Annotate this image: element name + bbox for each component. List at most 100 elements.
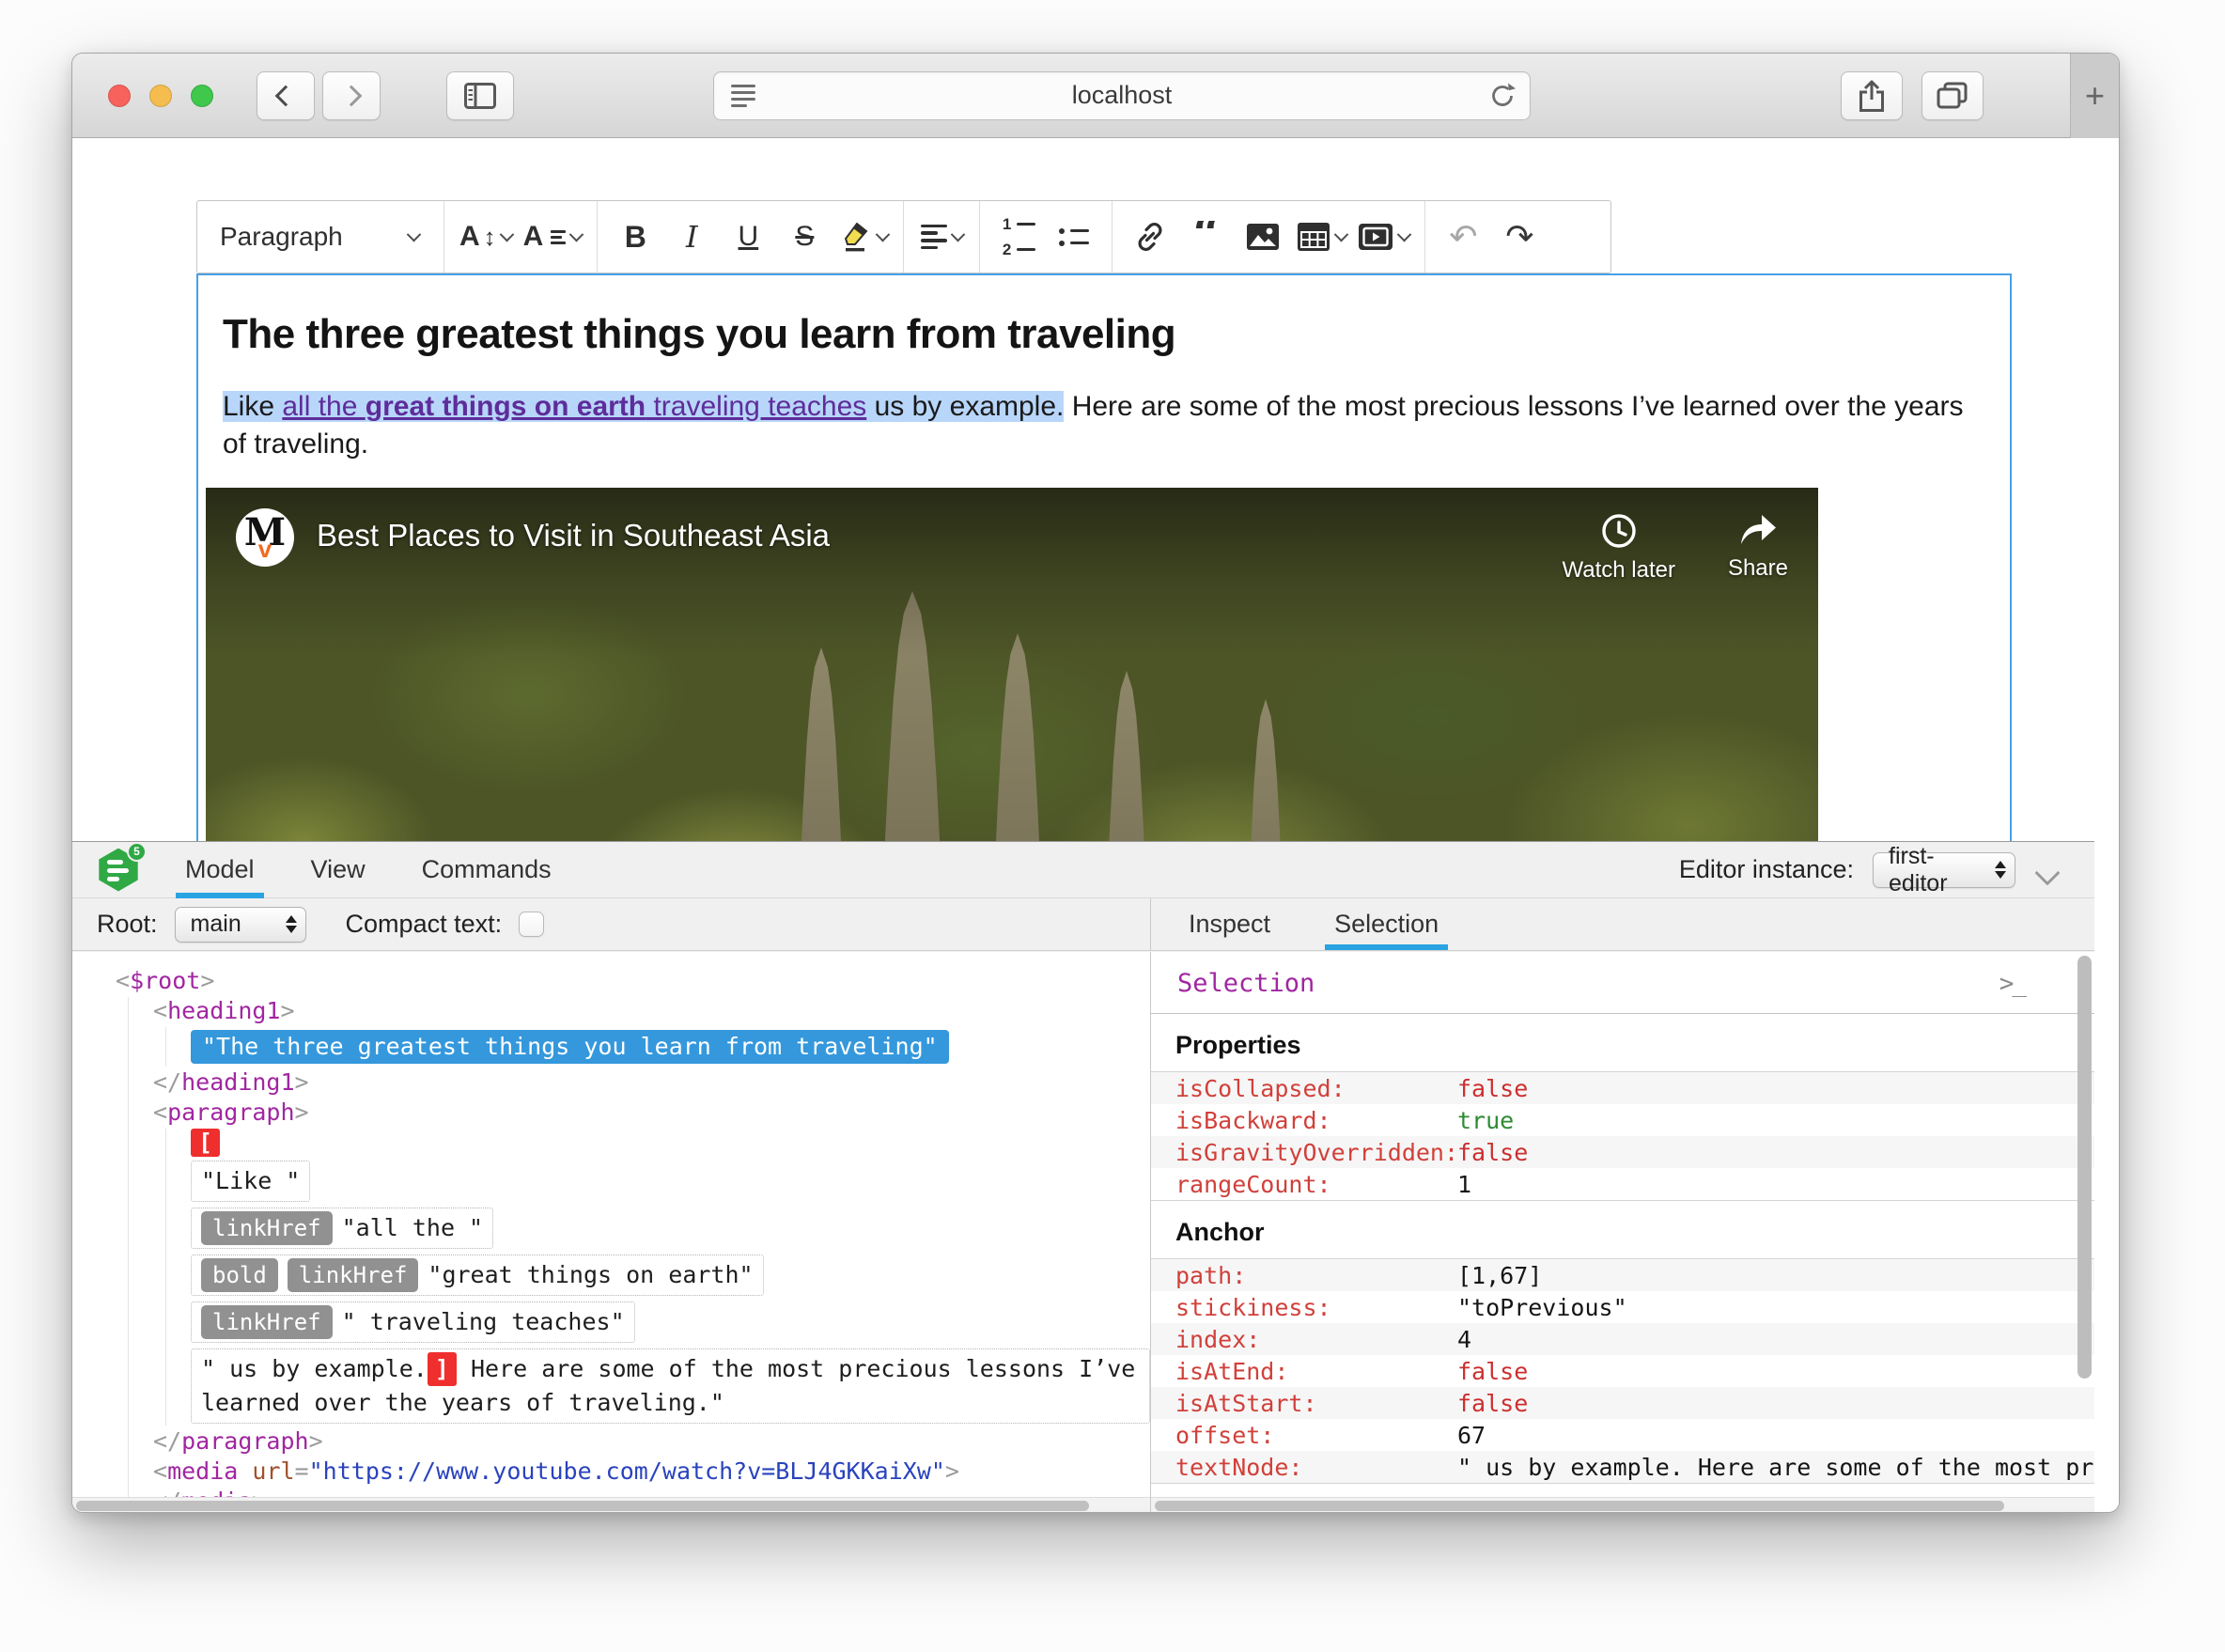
tree-children: <heading1> "The three greatest things you… xyxy=(128,997,1150,1512)
horizontal-scrollbar[interactable] xyxy=(1151,1497,2094,1512)
link-bold-text[interactable]: great things on earth xyxy=(366,391,646,422)
model-tree-pane: <$root> <heading1> "The three greatest thi… xyxy=(72,952,1151,1512)
paragraph-format-label: Paragraph xyxy=(220,222,343,251)
link-text[interactable]: traveling teaches xyxy=(646,391,866,422)
strikethrough-button[interactable]: S xyxy=(776,207,832,267)
model-tree-line[interactable]: <$root> xyxy=(116,967,1150,995)
text-node-box[interactable]: bold linkHref "great things on earth" xyxy=(191,1255,764,1296)
chevron-down-icon xyxy=(406,226,422,242)
block-quote-button[interactable]: “ xyxy=(1178,207,1235,267)
insert-table-button[interactable] xyxy=(1291,207,1352,267)
back-button[interactable] xyxy=(257,70,315,120)
tab-view[interactable]: View xyxy=(305,842,371,898)
link-text[interactable]: all the xyxy=(282,391,365,422)
scrollbar-thumb[interactable] xyxy=(1155,1501,2004,1511)
underline-button[interactable]: U xyxy=(720,207,776,267)
attribute-badge: linkHref xyxy=(201,1305,333,1339)
inspector-header-right: Editor instance: first-editor xyxy=(1679,843,2094,896)
root-select[interactable]: main xyxy=(174,906,306,943)
share-button[interactable] xyxy=(1841,70,1903,120)
browser-chrome: localhost + xyxy=(72,54,2119,138)
compact-text-checkbox[interactable] xyxy=(519,912,545,937)
text-node-box[interactable]: linkHref " traveling teaches" xyxy=(191,1301,635,1343)
link-icon xyxy=(1138,222,1162,252)
redo-button[interactable]: ↷ xyxy=(1491,207,1548,267)
scrollbar-thumb[interactable] xyxy=(2077,956,2092,1379)
bold-button[interactable]: B xyxy=(607,207,663,267)
bulleted-list-button[interactable] xyxy=(1046,207,1102,267)
editor-editable-area[interactable]: The three greatest things you learn from… xyxy=(196,273,2012,841)
section-title: Properties xyxy=(1151,1014,2094,1071)
paragraph-format-dropdown[interactable]: Paragraph xyxy=(205,207,434,267)
watch-later-button[interactable]: Watch later xyxy=(1562,512,1675,584)
font-family-button[interactable]: A xyxy=(518,207,588,267)
show-all-tabs-button[interactable] xyxy=(1922,70,1984,120)
text-lines-icon xyxy=(551,229,567,244)
tab-model[interactable]: Model xyxy=(176,842,264,898)
collapse-inspector-button[interactable] xyxy=(2034,862,2062,879)
image-icon xyxy=(1247,224,1280,250)
minimize-button[interactable] xyxy=(149,84,172,107)
property-key: isGravityOverridden: xyxy=(1175,1138,1459,1166)
forward-button[interactable] xyxy=(322,70,381,120)
toolbar-separator xyxy=(443,201,444,273)
text-alignment-button[interactable] xyxy=(913,207,970,267)
text-node-box[interactable]: " us by example.] Here are some of the m… xyxy=(191,1348,1150,1424)
sidebar-toggle-button[interactable] xyxy=(446,70,514,120)
inspector-header: 5 Model View Commands Editor instance: f… xyxy=(72,841,2094,898)
attribute-badge: linkHref xyxy=(287,1258,419,1292)
undo-button[interactable]: ↶ xyxy=(1435,207,1491,267)
model-tree-line[interactable]: linkHref " traveling teaches" xyxy=(191,1300,1150,1345)
close-button[interactable] xyxy=(108,84,131,107)
property-value: false xyxy=(1457,1357,1529,1385)
model-tree-line[interactable]: </heading1> xyxy=(153,1068,1150,1097)
model-tree-line[interactable]: <paragraph> xyxy=(153,1099,1150,1127)
insert-image-button[interactable] xyxy=(1235,207,1291,267)
tab-inspect[interactable]: Inspect xyxy=(1183,897,1276,950)
editor-toolbar: Paragraph A ↕ A B I U S 1 2 “ ↶ ↷ xyxy=(196,200,1611,273)
log-to-console-button[interactable]: >_ xyxy=(1999,970,2027,998)
model-tree: <$root> <heading1> "The three greatest thi… xyxy=(72,952,1150,1512)
bold-icon: B xyxy=(624,219,646,254)
model-tree-line[interactable]: </paragraph> xyxy=(153,1427,1150,1456)
editor-instance-select[interactable]: first-editor xyxy=(1873,843,2015,896)
model-tree-line[interactable]: "Like " xyxy=(191,1159,1150,1204)
share-icon xyxy=(1859,80,1884,112)
address-bar[interactable]: localhost xyxy=(713,70,1531,120)
model-tree-line[interactable]: <media url="https://www.youtube.com/watc… xyxy=(153,1457,1150,1486)
embedded-video[interactable]: M v Best Places to Visit in Southeast As… xyxy=(206,488,1818,841)
vertical-scrollbar[interactable] xyxy=(2077,956,2092,1493)
text-node-box[interactable]: linkHref "all the " xyxy=(191,1208,494,1249)
horizontal-scrollbar[interactable] xyxy=(72,1497,1150,1512)
refresh-button[interactable] xyxy=(1488,82,1517,110)
chevron-down-icon xyxy=(569,226,584,242)
channel-avatar[interactable]: M v xyxy=(236,508,294,567)
selected-text-node[interactable]: "The three greatest things you learn fro… xyxy=(191,1030,949,1064)
model-tree-line[interactable]: linkHref "all the " xyxy=(191,1206,1150,1251)
font-size-button[interactable]: A ↕ xyxy=(454,207,518,267)
model-tree-line[interactable]: " us by example.] Here are some of the m… xyxy=(191,1347,1150,1426)
new-tab-button[interactable]: + xyxy=(2070,54,2119,138)
property-value: false xyxy=(1457,1074,1529,1102)
share-arrow-icon xyxy=(1740,515,1776,544)
highlight-button[interactable] xyxy=(832,207,894,267)
fullscreen-button[interactable] xyxy=(191,84,213,107)
italic-button[interactable]: I xyxy=(663,207,720,267)
tab-selection[interactable]: Selection xyxy=(1325,897,1449,950)
insert-media-button[interactable] xyxy=(1352,207,1415,267)
reader-icon[interactable] xyxy=(731,84,755,107)
property-key: isAtStart: xyxy=(1175,1389,1317,1417)
chevron-down-icon xyxy=(499,226,514,242)
model-tree-line[interactable]: bold linkHref "great things on earth" xyxy=(191,1253,1150,1298)
video-title[interactable]: Best Places to Visit in Southeast Asia xyxy=(317,518,830,553)
text-node-box[interactable]: "Like " xyxy=(191,1161,311,1202)
model-tree-line[interactable]: [ xyxy=(191,1129,1150,1157)
model-tree-line[interactable]: "The three greatest things you learn fro… xyxy=(191,1027,1150,1067)
numbered-list-button[interactable]: 1 2 xyxy=(989,207,1046,267)
document-paragraph: Like all the great things on earth trave… xyxy=(223,388,1985,463)
link-button[interactable] xyxy=(1122,207,1178,267)
tab-commands[interactable]: Commands xyxy=(416,842,557,898)
scrollbar-thumb[interactable] xyxy=(76,1501,1090,1511)
video-share-button[interactable]: Share xyxy=(1728,512,1788,584)
model-tree-line[interactable]: <heading1> xyxy=(153,997,1150,1025)
